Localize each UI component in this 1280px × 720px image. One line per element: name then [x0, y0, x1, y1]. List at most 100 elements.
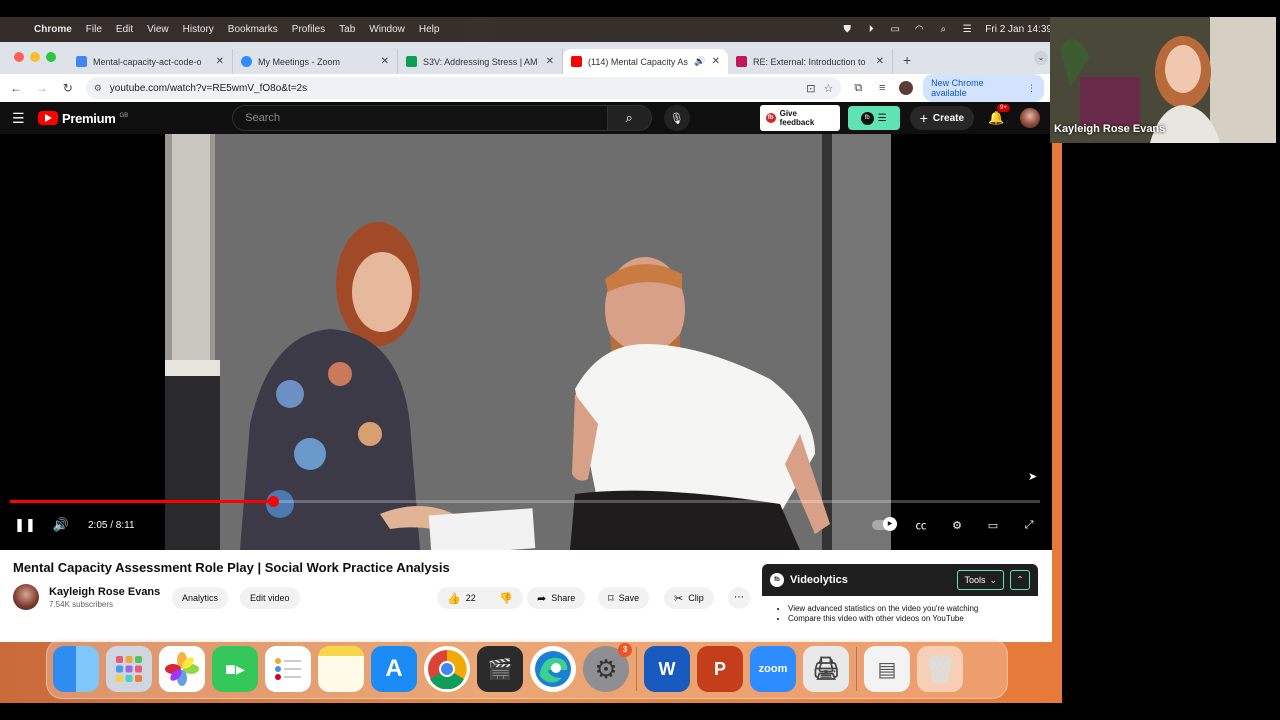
app-store-dock-icon[interactable]: A — [371, 646, 417, 692]
tab-title: My Meetings - Zoom — [258, 56, 341, 67]
analytics-button[interactable]: Analytics — [172, 587, 229, 609]
close-tab-icon[interactable]: ✕ — [712, 56, 720, 67]
close-tab-icon[interactable]: ✕ — [216, 56, 224, 67]
seek-bar[interactable] — [10, 496, 1040, 507]
menu-bookmarks[interactable]: Bookmarks — [228, 24, 278, 35]
fullscreen-icon[interactable]: ⤢ — [1020, 519, 1038, 532]
bookmark-star-icon[interactable]: ☆ — [823, 82, 833, 95]
chevron-down-icon: ⌄ — [989, 574, 997, 585]
more-options-icon[interactable]: ⋮ — [1027, 83, 1036, 94]
youtube-premium-logo[interactable]: Premium GB — [37, 111, 128, 126]
finder-dock-icon[interactable] — [53, 646, 99, 692]
menu-profiles[interactable]: Profiles — [292, 24, 325, 35]
forward-arrow-icon[interactable]: → — [34, 81, 50, 95]
tab-youtube-active[interactable]: (114) Mental Capacity Ass 🔊 ✕ — [563, 49, 728, 74]
channel-name[interactable]: Kayleigh Rose Evans — [49, 586, 160, 598]
autoplay-toggle[interactable] — [872, 517, 897, 531]
menu-history[interactable]: History — [183, 24, 214, 35]
menu-file[interactable]: File — [86, 24, 102, 35]
video-player[interactable]: ❚❚ 🔊 2:05 / 8:11 ㏄ ⚙ ▭ ⤢ ➤ — [0, 134, 1052, 550]
tab-external-introduction[interactable]: RE: External: Introduction to ✕ — [728, 49, 893, 74]
word-dock-icon[interactable]: W — [644, 646, 690, 692]
tab-my-meetings-zoom[interactable]: My Meetings - Zoom ✕ — [233, 49, 398, 74]
zoom-window-button[interactable] — [46, 52, 56, 62]
channel-avatar[interactable] — [13, 584, 39, 610]
menu-window[interactable]: Window — [369, 24, 405, 35]
thumbs-up-icon[interactable]: 👍 — [447, 592, 461, 605]
final-cut-pro-dock-icon[interactable]: 🎬 — [477, 646, 523, 692]
thumbs-down-icon[interactable]: 👎 — [499, 592, 513, 605]
reload-icon[interactable]: ↻ — [60, 81, 76, 95]
install-app-icon[interactable]: ⊡ — [806, 82, 815, 95]
search-button[interactable]: ⌕ — [607, 105, 652, 131]
play-status-icon[interactable]: ⏵ — [865, 24, 877, 35]
menu-help[interactable]: Help — [419, 24, 440, 35]
tab-addressing-stress[interactable]: S3V: Addressing Stress | AM ✕ — [398, 49, 563, 74]
menu-bar-clock[interactable]: Fri 2 Jan 14:39 — [985, 24, 1052, 35]
settings-gear-icon[interactable]: ⚙ — [948, 519, 966, 532]
subtitles-icon[interactable]: ㏄ — [912, 517, 930, 533]
new-tab-button[interactable]: + — [893, 52, 921, 74]
edit-video-button[interactable]: Edit video — [240, 587, 300, 609]
videolytics-tools-dropdown[interactable]: Tools ⌄ — [957, 570, 1004, 590]
voice-search-button[interactable]: 🎙 — [663, 105, 690, 131]
powerpoint-dock-icon[interactable]: P — [697, 646, 743, 692]
url-text[interactable]: youtube.com/watch?v=RE5wmV_fO8o&t=2s — [110, 83, 307, 94]
media-controls-icon[interactable]: ≡ — [875, 82, 889, 94]
spotlight-search-icon[interactable]: ⌕ — [937, 24, 949, 35]
tab-mental-capacity-code[interactable]: Mental-capacity-act-code-o ✕ — [68, 49, 233, 74]
launchpad-dock-icon[interactable] — [106, 646, 152, 692]
account-avatar[interactable] — [1020, 108, 1040, 128]
notes-dock-icon[interactable] — [318, 646, 364, 692]
clip-button[interactable]: ✂ Clip — [664, 587, 714, 609]
tab-search-chevron-icon[interactable]: ⌄ — [1034, 51, 1048, 65]
videolytics-toggle-button[interactable]: fb ☰ — [847, 106, 900, 130]
profile-avatar-icon[interactable] — [899, 81, 914, 95]
address-bar[interactable]: ⚙ youtube.com/watch?v=RE5wmV_fO8o&t=2s ⊡… — [85, 77, 842, 99]
chrome-dock-icon[interactable] — [424, 646, 470, 692]
pause-icon[interactable]: ❚❚ — [14, 517, 36, 533]
new-chrome-available-button[interactable]: New Chrome available ⋮ — [923, 74, 1045, 102]
trash-dock-icon[interactable]: 🗑 — [917, 646, 963, 692]
seek-bar-scrubber[interactable] — [267, 496, 279, 507]
reminders-dock-icon[interactable] — [265, 646, 311, 692]
menu-app-name[interactable]: Chrome — [34, 24, 72, 35]
back-arrow-icon[interactable]: ← — [8, 81, 24, 95]
save-button[interactable]: ⌑ Save — [598, 587, 650, 609]
share-button[interactable]: ➦ Share — [527, 587, 586, 609]
menu-view[interactable]: View — [147, 24, 169, 35]
menu-edit[interactable]: Edit — [116, 24, 133, 35]
search-input[interactable]: Search — [232, 105, 608, 131]
zoom-dock-icon[interactable]: zoom — [750, 646, 796, 692]
minimize-window-button[interactable] — [30, 52, 40, 62]
close-tab-icon[interactable]: ✕ — [876, 56, 884, 67]
shield-icon[interactable]: ⛊ — [841, 24, 853, 35]
document-dock-icon[interactable]: ▤ — [864, 646, 910, 692]
clapperboard-icon: 🎬 — [487, 658, 513, 681]
create-button[interactable]: + Create — [909, 106, 975, 130]
notifications-button[interactable]: 🔔 9+ — [988, 104, 1010, 126]
more-actions-button[interactable]: ⋯ — [728, 587, 750, 609]
theater-mode-icon[interactable]: ▭ — [984, 519, 1002, 532]
system-settings-dock-icon[interactable]: ⚙ 3 — [583, 643, 632, 692]
hamburger-menu-icon[interactable]: ☰ — [12, 110, 26, 127]
facetime-dock-icon[interactable]: ■▸ — [212, 646, 258, 692]
close-tab-icon[interactable]: ✕ — [381, 56, 389, 67]
close-tab-icon[interactable]: ✕ — [546, 56, 554, 67]
site-info-icon[interactable]: ⚙ — [94, 83, 102, 94]
control-center-icon[interactable]: ☰ — [961, 24, 973, 35]
speaker-icon[interactable]: 🔊 — [694, 56, 705, 67]
participant-video-tile[interactable]: Kayleigh Rose Evans — [1050, 17, 1276, 143]
close-window-button[interactable] — [14, 52, 24, 62]
printer-dock-icon[interactable]: 🖨 — [803, 646, 849, 692]
wifi-icon[interactable]: ◠ — [913, 24, 925, 35]
volume-icon[interactable]: 🔊 — [50, 517, 72, 533]
like-count[interactable]: 22 — [466, 593, 476, 603]
photos-dock-icon[interactable] — [159, 646, 205, 692]
give-feedback-button[interactable]: fb Give feedback — [759, 105, 840, 131]
edge-dock-icon[interactable] — [530, 646, 576, 692]
menu-tab[interactable]: Tab — [339, 24, 355, 35]
battery-icon[interactable]: ▭ — [889, 24, 901, 35]
collapse-panel-button[interactable]: ⌃ — [1010, 570, 1030, 590]
extensions-puzzle-icon[interactable]: ⧉ — [851, 82, 865, 95]
